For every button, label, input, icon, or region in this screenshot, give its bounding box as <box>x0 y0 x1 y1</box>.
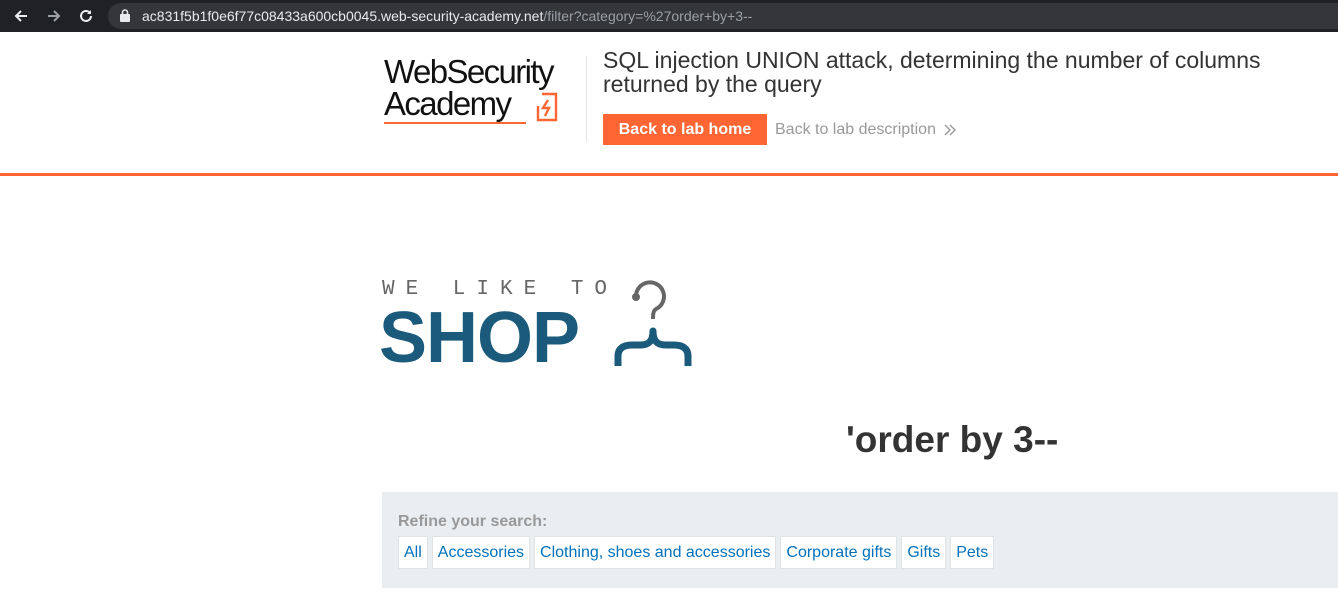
lightning-bolt-icon <box>534 92 558 127</box>
logo-underline <box>384 122 526 124</box>
filter-link-corporate-gifts[interactable]: Corporate gifts <box>780 536 898 569</box>
forward-arrow-icon[interactable] <box>42 4 66 28</box>
filter-category-list: All Accessories Clothing, shoes and acce… <box>398 536 995 569</box>
address-bar[interactable]: ac831f5b1f0e6f77c08433a600cb0045.web-sec… <box>108 3 1338 29</box>
header-divider <box>586 56 587 142</box>
filter-link-gifts[interactable]: Gifts <box>901 536 947 569</box>
back-arrow-icon[interactable] <box>9 4 33 28</box>
logo-text-line2: Academy <box>384 85 512 122</box>
filter-link-clothing-shoes-accessories[interactable]: Clothing, shoes and accessories <box>534 536 777 569</box>
url-text: ac831f5b1f0e6f77c08433a600cb0045.web-sec… <box>142 8 752 24</box>
browser-toolbar: ac831f5b1f0e6f77c08433a600cb0045.web-sec… <box>0 0 1338 32</box>
shop-logo-wordmark: SHOP <box>379 298 580 378</box>
back-to-lab-description-link[interactable]: Back to lab description <box>775 121 956 139</box>
search-results-heading: 'order by 3-- <box>846 419 1059 460</box>
shop-logo: WE LIKE TO SHOP <box>379 278 742 378</box>
refine-search-label: Refine your search: <box>398 513 548 530</box>
url-host: ac831f5b1f0e6f77c08433a600cb0045.web-sec… <box>142 8 544 24</box>
reload-icon[interactable] <box>74 4 98 28</box>
filter-link-pets[interactable]: Pets <box>950 536 995 569</box>
lab-title: SQL injection UNION attack, determining … <box>603 47 1261 97</box>
clothes-hanger-icon <box>614 280 734 377</box>
filter-link-accessories[interactable]: Accessories <box>431 536 531 569</box>
double-chevron-right-icon <box>943 123 957 142</box>
back-to-lab-home-button[interactable]: Back to lab home <box>603 114 767 145</box>
url-path: /filter?category=%27order+by+3-- <box>543 8 753 24</box>
web-security-academy-logo[interactable]: WebSecurity Academy <box>384 54 584 126</box>
academy-header: WebSecurity Academy SQL injection UNION … <box>0 32 1338 176</box>
back-to-lab-description-label: Back to lab description <box>775 121 936 138</box>
filter-link-all[interactable]: All <box>398 536 428 569</box>
filter-panel: Refine your search: All Accessories Clot… <box>382 492 1338 588</box>
lock-icon <box>120 9 130 27</box>
